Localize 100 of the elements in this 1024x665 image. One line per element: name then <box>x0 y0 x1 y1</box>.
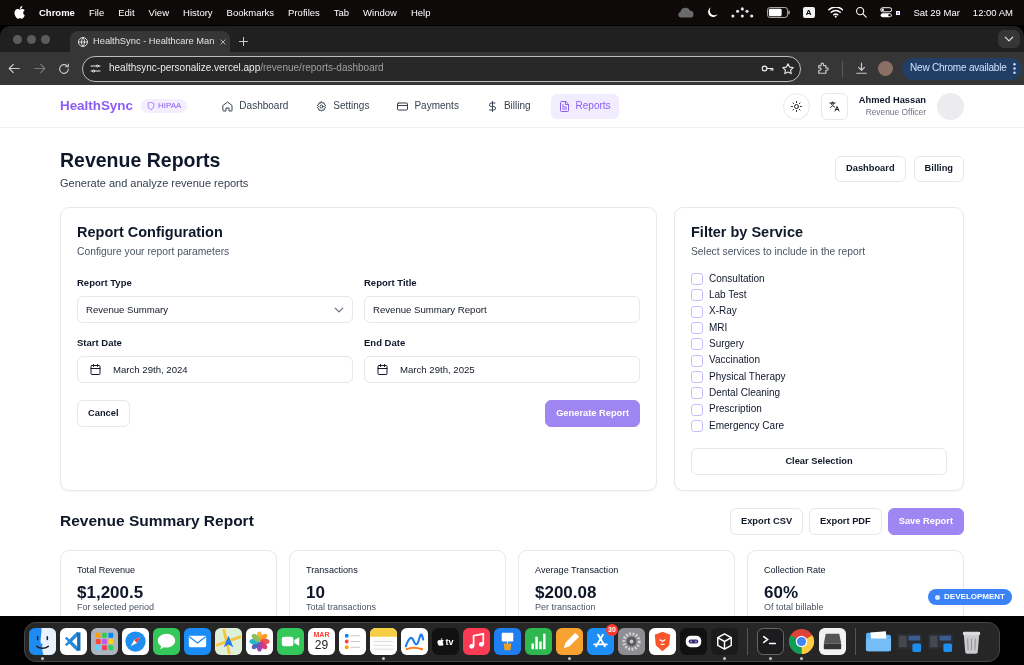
video-camera-icon[interactable] <box>277 628 304 655</box>
language-button[interactable] <box>820 92 848 120</box>
tv-tile[interactable]: tv <box>432 628 459 655</box>
wifi-icon[interactable] <box>827 7 843 18</box>
face-icon[interactable] <box>29 628 56 655</box>
close-tab-icon[interactable] <box>219 37 228 46</box>
bar-chart-icon[interactable] <box>525 628 552 655</box>
terminal-icon[interactable] <box>757 628 784 655</box>
menu-item[interactable]: Edit <box>118 6 135 19</box>
action-button[interactable]: Export PDF <box>809 508 882 535</box>
cloud-icon[interactable] <box>677 7 695 18</box>
service-label[interactable]: Surgery <box>709 338 744 351</box>
gear-icon[interactable] <box>618 628 645 655</box>
clear-selection-button[interactable]: Clear Selection <box>691 447 947 475</box>
text-field[interactable]: Revenue Summary Report <box>364 296 640 323</box>
checkbox[interactable] <box>691 370 703 383</box>
more-menu-icon[interactable] <box>1012 63 1016 74</box>
service-label[interactable]: Lab Test <box>709 289 747 302</box>
minimize-window-button[interactable] <box>27 34 36 44</box>
battery-icon[interactable] <box>766 7 790 18</box>
extensions-icon[interactable] <box>817 62 830 75</box>
checkbox[interactable] <box>691 305 703 318</box>
nav-tab[interactable]: Billing <box>478 93 539 119</box>
app-grid-icon[interactable] <box>91 628 118 655</box>
service-label[interactable]: X-Ray <box>709 305 737 318</box>
notepad-icon[interactable] <box>370 628 397 655</box>
checklist-icon[interactable] <box>339 628 366 655</box>
cube-icon[interactable] <box>711 628 738 655</box>
dots-icon[interactable] <box>731 7 754 18</box>
page-action-button[interactable]: Dashboard <box>835 156 906 182</box>
robot-icon[interactable] <box>680 628 707 655</box>
service-label[interactable]: MRI <box>709 321 728 335</box>
tab-list-button[interactable] <box>998 30 1020 48</box>
checkbox[interactable] <box>691 387 703 400</box>
dropdown-field[interactable]: Revenue Summary <box>77 296 353 323</box>
action-button[interactable]: Export CSV <box>729 508 804 535</box>
service-label[interactable]: Physical Therapy <box>709 370 786 384</box>
cancel-button[interactable]: Cancel <box>77 400 130 427</box>
menu-item[interactable]: Tab <box>333 6 350 19</box>
menu-item[interactable]: History <box>183 6 213 19</box>
bookmark-star-icon[interactable] <box>782 62 794 75</box>
music-note-icon[interactable] <box>463 628 490 655</box>
compass-icon[interactable] <box>122 628 149 655</box>
profile-avatar[interactable] <box>878 61 893 76</box>
site-settings-icon[interactable] <box>90 63 101 74</box>
menu-item[interactable]: View <box>148 6 169 19</box>
close-window-button[interactable] <box>13 34 22 44</box>
menu-item[interactable]: File <box>88 6 105 19</box>
reload-icon[interactable] <box>58 62 70 75</box>
envelope-icon[interactable] <box>184 628 211 655</box>
service-label[interactable]: Prescription <box>709 403 762 416</box>
scanner-icon[interactable] <box>819 628 846 655</box>
date-field[interactable]: March 29th, 2024 <box>77 356 353 383</box>
page-action-button[interactable]: Billing <box>913 156 964 182</box>
checkbox[interactable] <box>691 354 703 367</box>
service-label[interactable]: Consultation <box>709 272 765 286</box>
address-bar[interactable]: healthsync-personalize.vercel.app/revenue/reports-dashboard <box>82 55 801 82</box>
search-icon[interactable] <box>856 7 867 18</box>
nav-tab[interactable]: Reports <box>550 93 619 119</box>
date-field[interactable]: March 29th, 2025 <box>364 356 640 383</box>
checkbox[interactable] <box>691 273 703 286</box>
forward-icon[interactable] <box>33 62 46 75</box>
back-icon[interactable] <box>8 62 21 75</box>
nav-tab[interactable]: Payments <box>389 93 467 119</box>
service-label[interactable]: Dental Cleaning <box>709 386 781 400</box>
browser-tab[interactable]: HealthSync - Healthcare Man <box>70 31 230 52</box>
app-menu[interactable]: Chrome <box>39 6 75 19</box>
apple-logo-icon[interactable] <box>14 6 25 19</box>
theme-toggle-button[interactable] <box>782 92 810 120</box>
bracket-icon[interactable] <box>60 628 87 655</box>
checkbox[interactable] <box>691 338 703 351</box>
maximize-window-button[interactable] <box>41 34 50 44</box>
service-label[interactable]: Emergency Care <box>709 419 785 433</box>
checkbox[interactable] <box>691 322 703 335</box>
letter-a-icon[interactable] <box>587 628 614 655</box>
checkbox[interactable] <box>691 403 703 416</box>
speech-bubble-icon[interactable] <box>153 628 180 655</box>
pen-icon[interactable] <box>556 628 583 655</box>
checkbox[interactable] <box>691 289 703 302</box>
menu-item[interactable]: Bookmarks <box>226 6 275 19</box>
flower-icon[interactable] <box>246 628 273 655</box>
ring-logo-icon[interactable] <box>788 628 815 655</box>
download-icon[interactable] <box>855 62 868 75</box>
scribble-icon[interactable] <box>401 628 428 655</box>
new-tab-icon[interactable] <box>238 36 249 47</box>
menu-item[interactable]: Help <box>410 6 431 19</box>
menu-item[interactable]: Profiles <box>288 6 320 19</box>
podium-icon[interactable] <box>494 628 521 655</box>
menu-bar-date[interactable]: Sat 29 Mar <box>913 6 960 19</box>
menu-bar-time[interactable]: 12:00 AM <box>972 6 1013 19</box>
input-source-indicator[interactable]: A <box>802 7 815 18</box>
menu-item[interactable]: Window <box>363 6 397 19</box>
update-button[interactable]: New Chrome available <box>902 57 1022 80</box>
brand-name[interactable]: HealthSync <box>60 97 133 115</box>
map-icon[interactable] <box>215 628 242 655</box>
toggle-switches-icon[interactable] <box>880 7 893 18</box>
checkbox[interactable] <box>691 419 703 432</box>
nav-tab[interactable]: Dashboard <box>214 93 297 119</box>
shield-icon[interactable] <box>649 628 676 655</box>
moon-icon[interactable] <box>707 7 719 18</box>
